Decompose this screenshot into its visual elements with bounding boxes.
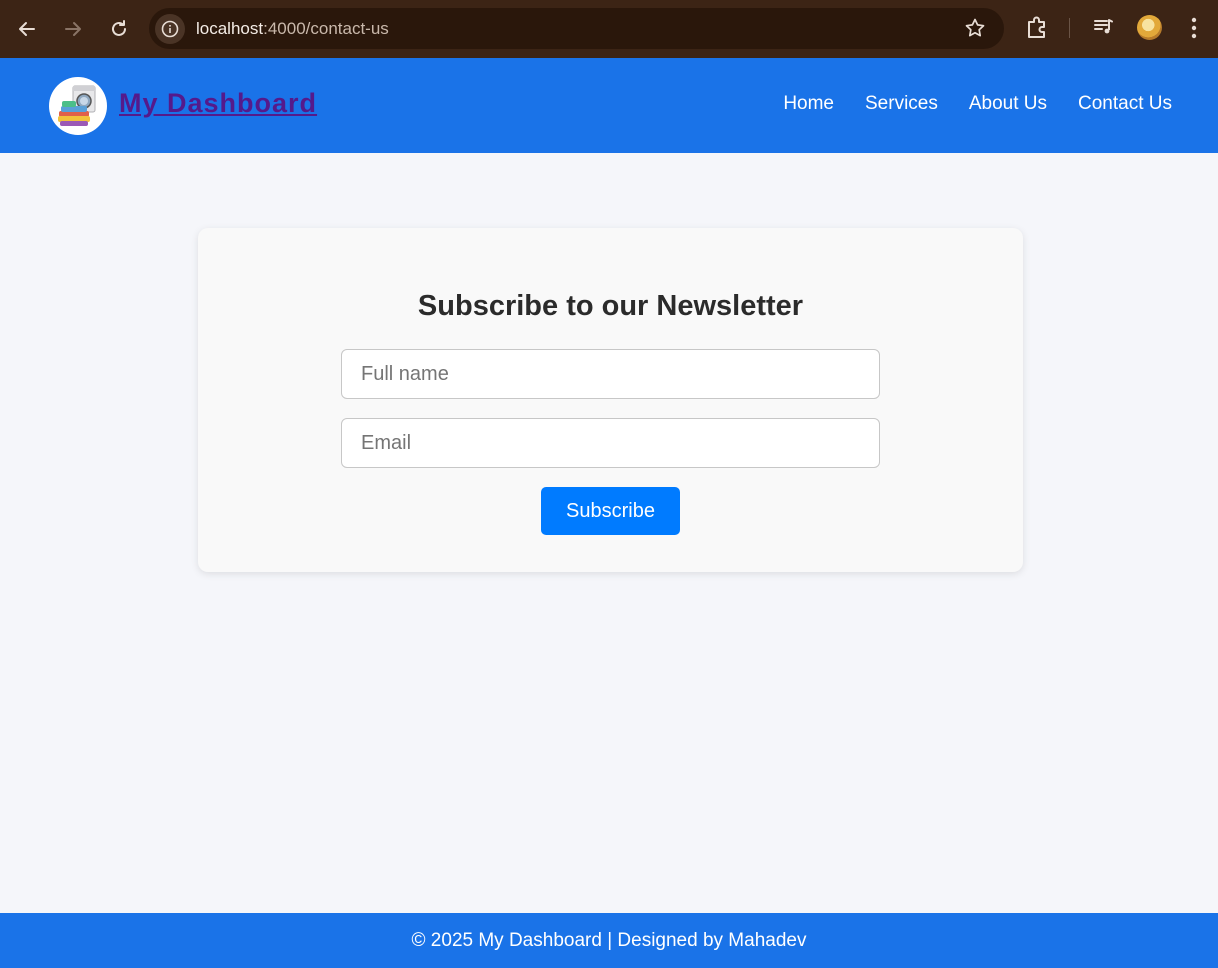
browser-toolbar: localhost:4000/contact-us [0,0,1218,58]
main-nav: Home Services About Us Contact Us [783,93,1172,115]
reload-icon[interactable] [99,9,139,49]
extensions-icon[interactable] [1022,13,1052,48]
washing-machine-logo[interactable] [49,77,107,135]
nav-home[interactable]: Home [783,93,834,115]
address-bar[interactable]: localhost:4000/contact-us [149,8,1004,49]
kebab-menu-icon[interactable] [1184,14,1204,47]
subscribe-button[interactable]: Subscribe [541,487,680,535]
forward-arrow-icon[interactable] [53,9,93,49]
site-footer: © 2025 My Dashboard | Designed by Mahade… [0,913,1218,968]
nav-services[interactable]: Services [865,93,938,115]
back-arrow-icon[interactable] [7,9,47,49]
toolbar-divider [1069,18,1070,38]
url-host: localhost [196,18,264,38]
profile-avatar[interactable] [1137,15,1162,40]
footer-text: © 2025 My Dashboard | Designed by Mahade… [411,929,807,951]
newsletter-title: Subscribe to our Newsletter [417,290,804,322]
url-text: localhost:4000/contact-us [196,19,389,39]
full-name-input[interactable] [341,349,880,399]
nav-about-us[interactable]: About Us [969,93,1047,115]
brand-link[interactable]: My Dashboard [119,88,317,119]
star-icon[interactable] [964,17,986,44]
nav-contact-us[interactable]: Contact Us [1078,93,1172,115]
info-icon[interactable] [155,13,185,44]
site-header: My Dashboard Home Services About Us Cont… [0,58,1218,153]
url-path: :4000/contact-us [263,18,389,38]
email-input[interactable] [341,418,880,468]
media-icon[interactable] [1092,15,1116,44]
newsletter-card: Subscribe to our Newsletter Subscribe [198,228,1023,572]
